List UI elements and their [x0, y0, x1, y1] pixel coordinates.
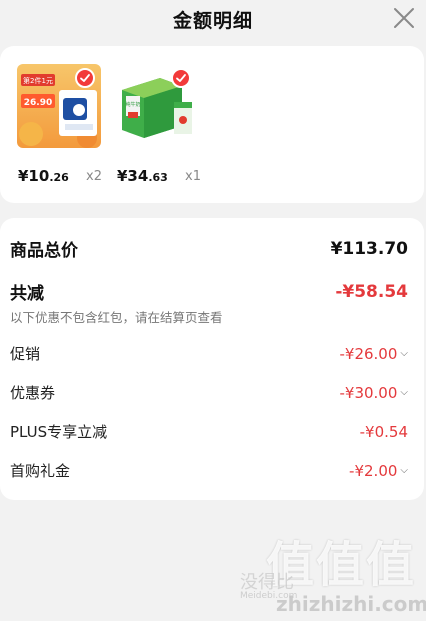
coupon-label: 优惠券	[10, 384, 56, 402]
coupon-row[interactable]: 优惠券 -¥30.00 ⌵	[10, 382, 408, 403]
price-decimal: .26	[49, 171, 69, 184]
product-item[interactable]: 纯牛奶	[116, 64, 200, 148]
promotion-label: 促销	[10, 345, 41, 363]
chevron-down-icon: ⌵	[400, 347, 408, 359]
promotion-value-wrap: -¥26.00 ⌵	[340, 345, 409, 363]
product-image: 纯牛奶	[116, 64, 200, 148]
discount-note: 以下优惠不包含红包，请在结算页查看	[10, 310, 223, 325]
promotion-value: -¥26.00	[339, 344, 398, 363]
promotion-row[interactable]: 促销 -¥26.00 ⌵	[10, 343, 408, 364]
close-icon	[394, 8, 414, 28]
plus-discount-row: PLUS专享立减 -¥0.54	[10, 421, 408, 442]
first-purchase-gift-row[interactable]: 首购礼金 -¥2.00 ⌵	[10, 460, 408, 481]
first-purchase-gift-label: 首购礼金	[10, 462, 71, 480]
modal-header: 金额明细	[0, 0, 426, 38]
coupon-value: -¥30.00	[339, 383, 398, 402]
plus-discount-value-wrap: -¥0.54	[360, 423, 408, 441]
selected-badge	[75, 68, 95, 88]
product-price: ¥34 .63	[117, 167, 168, 185]
total-price-value: ¥113.70	[330, 238, 408, 259]
svg-text:纯牛奶: 纯牛奶	[125, 101, 140, 108]
modal-title: 金额明细	[172, 10, 253, 32]
price-decimal: .63	[148, 171, 168, 184]
svg-text:第2件1元: 第2件1元	[23, 76, 53, 85]
product-item[interactable]: 第2件1元 26.90	[17, 64, 101, 148]
total-discount-row: 共减 -¥58.54	[10, 279, 408, 305]
coupon-value-wrap: -¥30.00 ⌵	[340, 384, 409, 402]
first-purchase-gift-value-wrap: -¥2.00 ⌵	[349, 462, 408, 480]
chevron-down-icon: ⌵	[400, 464, 408, 476]
close-button[interactable]	[392, 6, 416, 30]
total-price-label: 商品总价	[10, 241, 78, 261]
svg-text:26.90: 26.90	[24, 98, 52, 108]
price-integer: ¥34	[117, 167, 149, 185]
plus-discount-value: -¥0.54	[359, 422, 408, 441]
price-integer: ¥10	[18, 167, 50, 185]
chevron-down-icon: ⌵	[400, 386, 408, 398]
product-quantity: x2	[86, 169, 102, 184]
first-purchase-gift-value: -¥2.00	[349, 461, 398, 480]
product-image: 第2件1元 26.90	[17, 64, 101, 148]
watermark-url: zhizhizhi.com	[276, 592, 426, 616]
amount-summary-card: 商品总价 ¥113.70 共减 -¥58.54 以下优惠不包含红包，请在结算页查…	[0, 218, 424, 500]
selected-badge	[171, 68, 191, 88]
check-icon	[80, 74, 90, 82]
product-price: ¥10 .26	[18, 167, 69, 185]
plus-discount-label: PLUS专享立减	[10, 423, 108, 441]
check-icon	[176, 74, 186, 82]
product-list-card: 第2件1元 26.90 纯牛奶 ¥10 .26 x2 ¥34 .63 x1	[0, 46, 424, 203]
total-discount-label: 共减	[10, 284, 44, 304]
total-discount-value: -¥58.54	[335, 281, 408, 302]
total-price-row: 商品总价 ¥113.70	[10, 236, 408, 262]
product-quantity: x1	[185, 169, 201, 184]
